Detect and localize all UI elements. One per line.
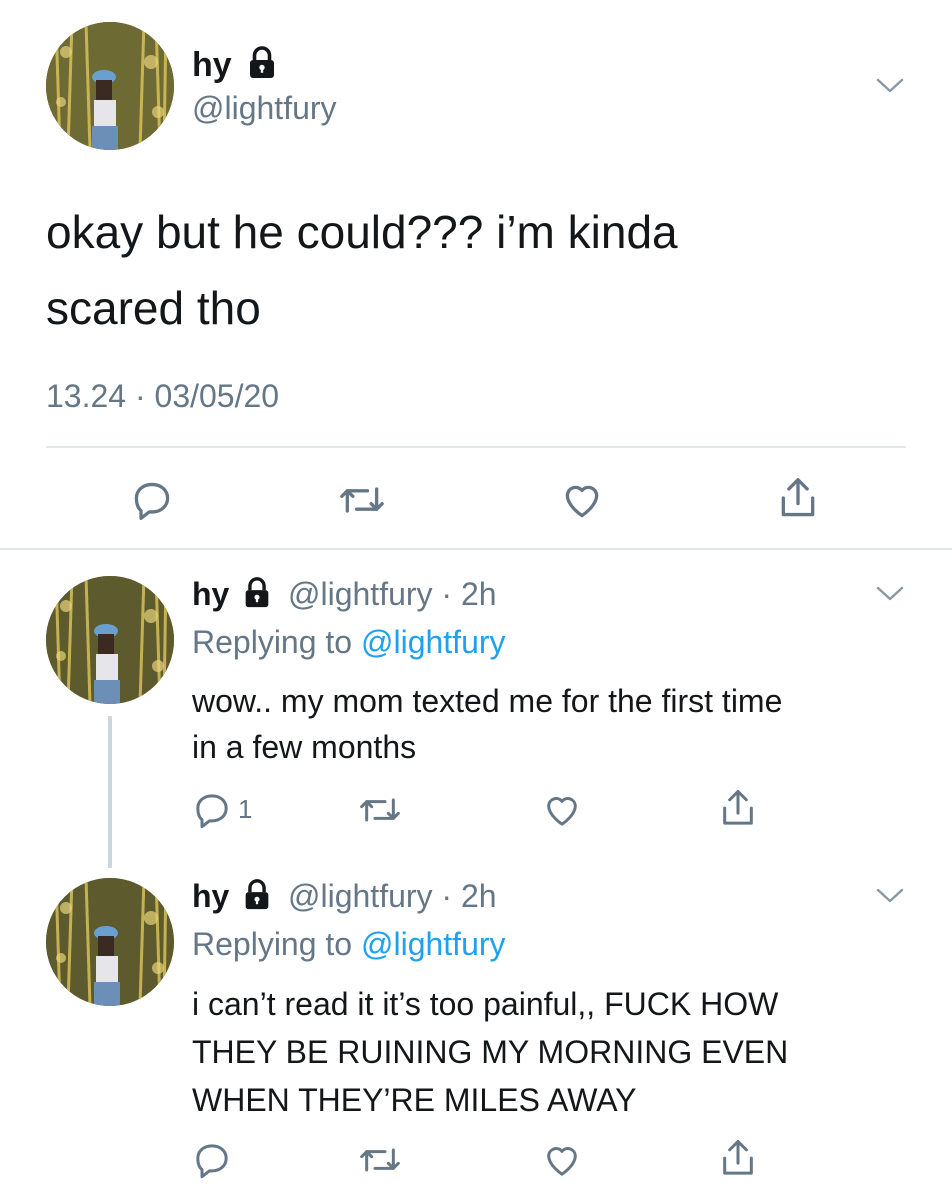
reply-count: 1 <box>238 794 253 824</box>
thread-connector <box>108 716 112 868</box>
lock-icon <box>240 878 274 912</box>
handle-time[interactable]: @lightfury · 2h <box>288 576 497 613</box>
chevron-down-icon[interactable] <box>872 74 908 98</box>
replying-prefix: Replying to <box>192 926 353 962</box>
chevron-down-icon[interactable] <box>872 884 908 908</box>
reply-text: wow.. my mom texted me for the first tim… <box>192 678 782 770</box>
avatar[interactable] <box>46 22 174 150</box>
tweet-text: okay but he could??? i’m kinda scared th… <box>46 194 678 346</box>
like-icon[interactable] <box>560 478 604 522</box>
display-name[interactable]: hy <box>192 46 232 85</box>
lock-icon <box>244 45 280 81</box>
retweet-icon[interactable] <box>358 1140 402 1180</box>
reply-text-line: WHEN THEY’RE MILES AWAY <box>192 1082 637 1118</box>
like-icon[interactable] <box>542 1140 582 1180</box>
handle-time[interactable]: @lightfury · 2h <box>288 878 497 915</box>
share-icon[interactable] <box>718 788 758 830</box>
share-icon[interactable] <box>776 476 820 522</box>
chevron-down-icon[interactable] <box>872 582 908 606</box>
retweet-icon[interactable] <box>338 478 386 522</box>
tweet-text-line: okay but he could??? i’m kinda <box>46 206 678 258</box>
section-divider <box>0 548 952 550</box>
divider <box>46 446 906 448</box>
replying-prefix: Replying to <box>192 624 353 660</box>
reply-icon[interactable] <box>192 790 232 830</box>
avatar[interactable] <box>46 576 174 704</box>
reply-text-line: wow.. my mom texted me for the first tim… <box>192 683 783 719</box>
reply-icon[interactable] <box>192 1140 232 1180</box>
like-icon[interactable] <box>542 790 582 830</box>
reply-text: i can’t read it it’s too painful,, FUCK … <box>192 980 788 1124</box>
reply-text-line: i can’t read it it’s too painful,, FUCK … <box>192 986 779 1022</box>
handle[interactable]: @lightfury <box>192 90 337 127</box>
timestamp[interactable]: 13.24 · 03/05/20 <box>46 378 279 415</box>
replying-to: Replying to @lightfury <box>192 624 506 661</box>
replying-handle-link[interactable]: @lightfury <box>361 624 506 660</box>
share-icon[interactable] <box>718 1138 758 1180</box>
reply-text-line: in a few months <box>192 729 417 765</box>
display-name[interactable]: hy <box>192 878 229 915</box>
avatar[interactable] <box>46 878 174 1006</box>
replying-handle-link[interactable]: @lightfury <box>361 926 506 962</box>
display-name[interactable]: hy <box>192 576 229 613</box>
reply-icon[interactable] <box>130 478 174 522</box>
replying-to: Replying to @lightfury <box>192 926 506 963</box>
reply-text-line: THEY BE RUINING MY MORNING EVEN <box>192 1034 789 1070</box>
lock-icon <box>240 576 274 610</box>
tweet-text-line: scared tho <box>46 282 261 334</box>
retweet-icon[interactable] <box>358 790 402 830</box>
